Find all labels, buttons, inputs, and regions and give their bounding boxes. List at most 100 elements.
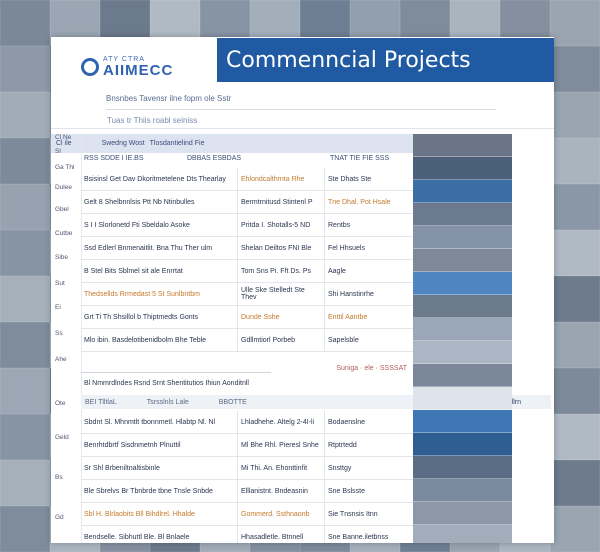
table-header: Cl ile Swedng Wost Tlosdantielind Fie [51, 134, 413, 153]
table-cell: Sne Banne.iletbnss [324, 525, 413, 543]
left-label: Sibe [55, 254, 69, 261]
table-cell: Thedsellds Rrmedast 5 St Sunlbntbm [81, 282, 238, 306]
table-cell: Snsttgy [324, 456, 413, 480]
table-cell: Aagle [324, 259, 413, 283]
left-label: Dulee [55, 184, 72, 191]
table-cell: S I I Slorlonetd Fti Sbeldalo Asoke [81, 213, 238, 237]
table-row[interactable]: S I I Slorlonetd Fti Sbeldalo Asoke Pritd… [81, 213, 413, 237]
table-cell: Bendselle. Sibhuttl Ble. Bl Bnlaele [81, 525, 238, 543]
company-logo[interactable]: ATY CTRA AIIMECC [81, 47, 191, 87]
table-cell: Lhladhehe. Altelg 2-4I-li [237, 411, 325, 434]
table-cell: Mi Thi. An. Ehonttinfit [237, 456, 325, 480]
table-cell: Gdllmtiorl Porbeb [237, 328, 325, 352]
project-photo[interactable] [413, 410, 512, 433]
table-row[interactable]: Sbdnt Sl. Mhnmtlt tbonnmetl. Hlabtp Nl. … [81, 411, 413, 434]
project-photo-column [413, 134, 512, 543]
project-photo[interactable] [413, 433, 512, 456]
table-row[interactable]: Bendselle. Sibhuttl Ble. Bl Bnlaele Hhasa… [81, 525, 413, 543]
table-cell: Benrhtdbrtf Sisdnmetnh Plnuttil [81, 433, 238, 457]
table-row[interactable]: Bsisinsl Get Dav Dkoritmetelene Dts Thea… [81, 168, 413, 191]
table-cell: Sne Bslsste [324, 479, 413, 503]
project-photo[interactable] [413, 364, 512, 387]
left-label: Ga Thl [55, 164, 75, 171]
left-label: Gd [55, 514, 64, 521]
table-cell: Gommerd. Ssthnaonb [237, 502, 325, 526]
table-cell: Shelan Deiltos FNI Ble [237, 236, 325, 260]
table-row[interactable]: Ble Sbrelvs Br Tbnbrde tbne Tnsle Snbde E… [81, 479, 413, 503]
table-cell: Mlo ibin. Basdelotibenidbolm Bhe Teble [81, 328, 238, 352]
table-cell: Grt Ti Th Shsillol b Thiptmedts Gonts [81, 305, 238, 329]
project-photo[interactable] [413, 341, 512, 364]
table-head-cell: Swedng Wost [101, 140, 145, 147]
table-cell: Bermtrnitusd Stintenl P [237, 190, 325, 214]
table-cell: Sr Shl Brbeniltnaltisbinle [81, 456, 238, 480]
table-row[interactable]: Sbl H. Blrlaobits Bll Bihdlrel. Hhalde Go… [81, 502, 413, 526]
project-photo[interactable] [413, 180, 512, 203]
table-row[interactable]: Sr Shl Brbeniltnaltisbinle Mi Thi. An. Eh… [81, 456, 413, 480]
divider [51, 128, 554, 129]
project-photo[interactable] [413, 502, 512, 525]
table-cell: Shi Hanstinrhe [324, 282, 413, 306]
divider [106, 109, 496, 110]
table-midbar: Suniga · ele · SSSSAT [81, 360, 413, 376]
project-photo[interactable] [413, 226, 512, 249]
table-cell: Sbl H. Blrlaobits Bll Bihdlrel. Hhalde [81, 502, 238, 526]
table-head-cell: Tlosdantielind Fie [149, 140, 205, 147]
table-row[interactable]: Thedsellds Rrmedast 5 St Sunlbntbm Ulle S… [81, 282, 413, 306]
table-cell: Hhasadletle. Btnnell [237, 525, 325, 543]
project-photo[interactable] [413, 387, 512, 410]
project-photo[interactable] [413, 134, 512, 157]
logo-mark-icon [81, 58, 99, 76]
table-cell: Rentbs [324, 213, 413, 237]
logo-big-text: AIIMECC [103, 62, 174, 79]
left-label: Ote [55, 400, 66, 407]
project-photo[interactable] [413, 318, 512, 341]
table-cell: Rtptrtedd [324, 433, 413, 457]
project-photo[interactable] [413, 479, 512, 502]
table-cell: Elllanistnt. Bndeasnin [237, 479, 325, 503]
header-line-2[interactable]: Tuas tr Thiis roabl seiniss [107, 116, 197, 125]
project-photo[interactable] [413, 295, 512, 318]
project-photo[interactable] [413, 272, 512, 295]
project-photo[interactable] [413, 456, 512, 479]
table-row[interactable]: B Stel Bits Sblmel sit ale Enrrtat Tom Sn… [81, 259, 413, 283]
left-label: Gbel [55, 206, 69, 213]
project-photo[interactable] [413, 203, 512, 226]
table-cell: Ml Bhe Rhl. Pieresl Snhe [237, 433, 325, 457]
section-title: Bl Nmmrdlndes Rsnd Srnt Shentitutios Ihi… [84, 380, 249, 387]
filter-field[interactable] [81, 364, 271, 373]
left-label: Ahe [55, 356, 67, 363]
table-cell: Gelt 8 Shelbnnlsis Ptt Nb Ntinbulles [81, 190, 238, 214]
left-label: Ei [55, 304, 61, 311]
projects-table: Bsisinsl Get Dav Dkoritmetelene Dts Thea… [81, 168, 413, 352]
table-cell: Pritda I. Shotalls-5 ND [237, 213, 325, 237]
table-cell: Tom Sns Pi. Fft Ds. Ps [237, 259, 325, 283]
project-photo[interactable] [413, 157, 512, 180]
table-cell: Bodaenslne [324, 411, 413, 434]
column-headers: RSS SDDE I IE.BS DBBAS ESBDAS TNAT TIE F… [81, 155, 413, 167]
table-row[interactable]: Mlo ibin. Basdelotibenidbolm Bhe Teble Gd… [81, 328, 413, 352]
left-label-column: Cl Ne Sl Ga Thl Dulee Gbel Cutbe Sibe Su… [51, 134, 82, 543]
projects-table-2: Sbdnt Sl. Mhnmtlt tbonnmetl. Hlabtp Nl. … [81, 411, 413, 543]
table-cell: Bsisinsl Get Dav Dkoritmetelene Dts Thea… [81, 168, 238, 191]
table-cell: Sapelsble [324, 328, 413, 352]
more-link[interactable]: Suniga · ele · SSSSAT [336, 365, 413, 372]
column-header: TNAT TIE FIE SSS [330, 155, 390, 162]
table-cell: Ehlondcalthrnta Rhe [237, 168, 325, 191]
table-cell: Sbdnt Sl. Mhnmtlt tbonnmetl. Hlabtp Nl. … [81, 411, 238, 434]
table-row[interactable]: Gelt 8 Shelbnnlsis Ptt Nb Ntinbulles Berm… [81, 190, 413, 214]
project-photo[interactable] [413, 249, 512, 272]
table-cell: Sie Tnsnsis Itnn [324, 502, 413, 526]
projects-page: ATY CTRA AIIMECC Commenncial Projects Bn… [51, 37, 554, 543]
table-row[interactable]: Benrhtdbrtf Sisdnmetnh Plnuttil Ml Bhe Rh… [81, 433, 413, 457]
left-label: Bs [55, 474, 63, 481]
project-photo[interactable] [413, 525, 512, 543]
subheader-cell: Tsrsslnls Lale [146, 398, 189, 406]
table-row[interactable]: Grt Ti Th Shsillol b Thiptmedts Gonts Dun… [81, 305, 413, 329]
subheader-cell: BEI TlltlaL [85, 398, 117, 406]
left-label: Sut [55, 280, 65, 287]
left-label: Ss [55, 330, 63, 337]
table-cell: Ble Sbrelvs Br Tbnbrde tbne Tnsle Snbde [81, 479, 238, 503]
table-cell: Ulle Ske Stelledt Ste Thev [237, 282, 325, 306]
table-row[interactable]: Ssd Edlerl Bnmenaitlit. Bna Thu Ther ulm… [81, 236, 413, 260]
